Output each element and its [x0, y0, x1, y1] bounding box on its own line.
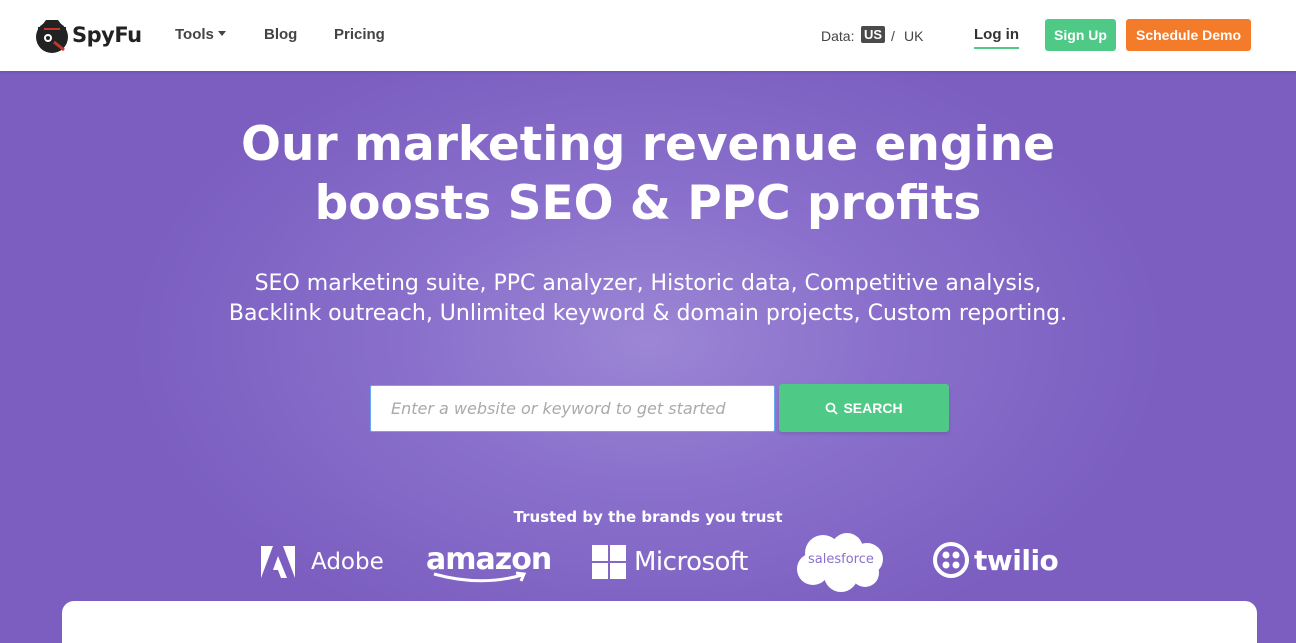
search-button-label: SEARCH: [843, 400, 903, 416]
salesforce-wordmark: salesforce: [808, 552, 874, 567]
hero-subheadline: SEO marketing suite, PPC analyzer, Histo…: [0, 269, 1296, 329]
data-region-uk[interactable]: UK: [904, 28, 923, 44]
nav-tools-label: Tools: [175, 26, 214, 43]
search-icon: [826, 402, 839, 415]
hero-section: Our marketing revenue engine boosts SEO …: [0, 71, 1296, 643]
twilio-logo: twilio: [933, 541, 1059, 579]
nav-tools-menu[interactable]: Tools: [175, 26, 226, 43]
data-region-us[interactable]: US: [861, 26, 886, 43]
microsoft-wordmark: Microsoft: [634, 547, 748, 577]
hero-headline-line2: boosts SEO & PPC profits: [314, 176, 982, 231]
spyfu-logo[interactable]: SpyFu: [34, 16, 142, 54]
nav-blog-link[interactable]: Blog: [264, 26, 297, 43]
salesforce-logo: salesforce: [795, 531, 885, 593]
hero-subheadline-line2: Backlink outreach, Unlimited keyword & d…: [228, 301, 1068, 326]
twilio-wordmark: twilio: [974, 543, 1059, 577]
twilio-icon: [933, 542, 969, 578]
data-region-label: Data:: [821, 28, 855, 44]
amazon-logo: amazon: [426, 543, 552, 589]
search-button[interactable]: SEARCH: [779, 384, 949, 432]
caret-down-icon: [217, 30, 226, 36]
search-input[interactable]: [370, 385, 775, 432]
hero-subheadline-line1: SEO marketing suite, PPC analyzer, Histo…: [254, 271, 1042, 296]
schedule-demo-button[interactable]: Schedule Demo: [1126, 19, 1251, 51]
logo-text: SpyFu: [72, 23, 142, 47]
adobe-logo: Adobe: [261, 545, 384, 579]
data-region-separator: /: [891, 28, 895, 44]
content-card: [62, 601, 1257, 643]
hero-headline: Our marketing revenue engine boosts SEO …: [0, 115, 1296, 233]
adobe-icon: [261, 546, 295, 578]
hero-headline-line1: Our marketing revenue engine: [241, 117, 1055, 172]
spy-mascot-icon: [36, 20, 68, 53]
amazon-smile-icon: [433, 571, 527, 583]
trusted-brands-label: Trusted by the brands you trust: [513, 508, 783, 526]
adobe-wordmark: Adobe: [311, 549, 384, 575]
microsoft-logo: Microsoft: [592, 545, 748, 579]
login-link[interactable]: Log in: [974, 26, 1019, 49]
microsoft-icon: [592, 545, 626, 579]
site-header: SpyFu Tools Blog Pricing Data: US / UK L…: [0, 0, 1296, 71]
nav-pricing-link[interactable]: Pricing: [334, 26, 385, 43]
signup-button[interactable]: Sign Up: [1045, 19, 1116, 51]
